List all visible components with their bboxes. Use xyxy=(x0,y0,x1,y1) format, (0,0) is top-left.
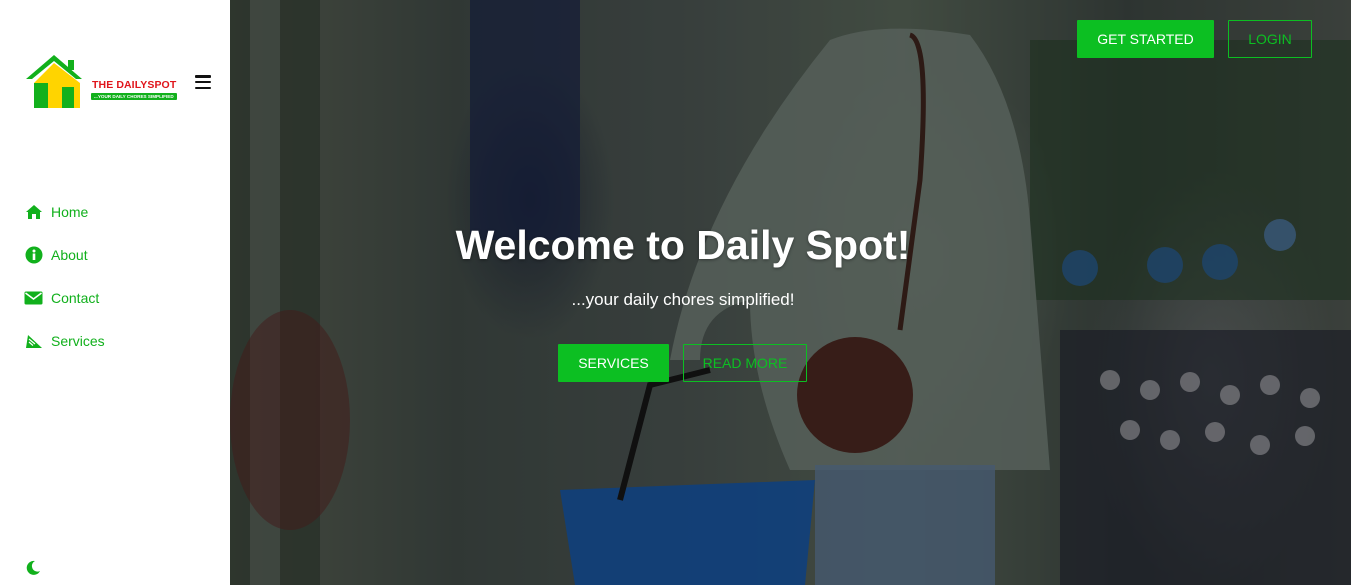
hero-subtitle: ...your daily chores simplified! xyxy=(571,290,795,309)
house-logo-icon xyxy=(26,55,82,108)
sidebar-item-contact[interactable]: Contact xyxy=(24,286,105,310)
sidebar: THE DAILYSPOT ...YOUR DAILY CHORES SIMPL… xyxy=(0,0,230,585)
brand-name: THE DAILYSPOT xyxy=(92,79,177,91)
login-button[interactable]: LOGIN xyxy=(1228,20,1312,58)
home-icon xyxy=(24,203,43,222)
envelope-icon xyxy=(24,289,43,308)
sidebar-item-label: Home xyxy=(51,204,89,220)
page: THE DAILYSPOT ...YOUR DAILY CHORES SIMPL… xyxy=(0,0,1351,585)
hero-section: Welcome to Daily Spot! ...your daily cho… xyxy=(230,0,1351,585)
read-more-button[interactable]: READ MORE xyxy=(683,344,807,382)
sidebar-item-about[interactable]: About xyxy=(24,243,105,267)
sidebar-item-services[interactable]: Services xyxy=(24,329,105,353)
sidebar-item-home[interactable]: Home xyxy=(24,200,105,224)
services-icon xyxy=(24,332,43,351)
get-started-button[interactable]: GET STARTED xyxy=(1077,20,1214,58)
services-button[interactable]: SERVICES xyxy=(558,344,669,382)
moon-icon[interactable] xyxy=(25,560,41,576)
info-icon xyxy=(24,246,43,265)
sidebar-item-label: Services xyxy=(51,333,105,349)
sidebar-item-label: About xyxy=(51,247,88,263)
sidebar-item-label: Contact xyxy=(51,290,100,306)
brand-tagline: ...YOUR DAILY CHORES SIMPLIFIED xyxy=(91,93,177,100)
sidebar-nav: Home About Contact Services xyxy=(24,200,105,372)
brand-logo[interactable]: THE DAILYSPOT ...YOUR DAILY CHORES SIMPL… xyxy=(24,52,184,110)
hamburger-icon[interactable] xyxy=(195,75,211,90)
hero-title: Welcome to Daily Spot! xyxy=(455,222,911,268)
